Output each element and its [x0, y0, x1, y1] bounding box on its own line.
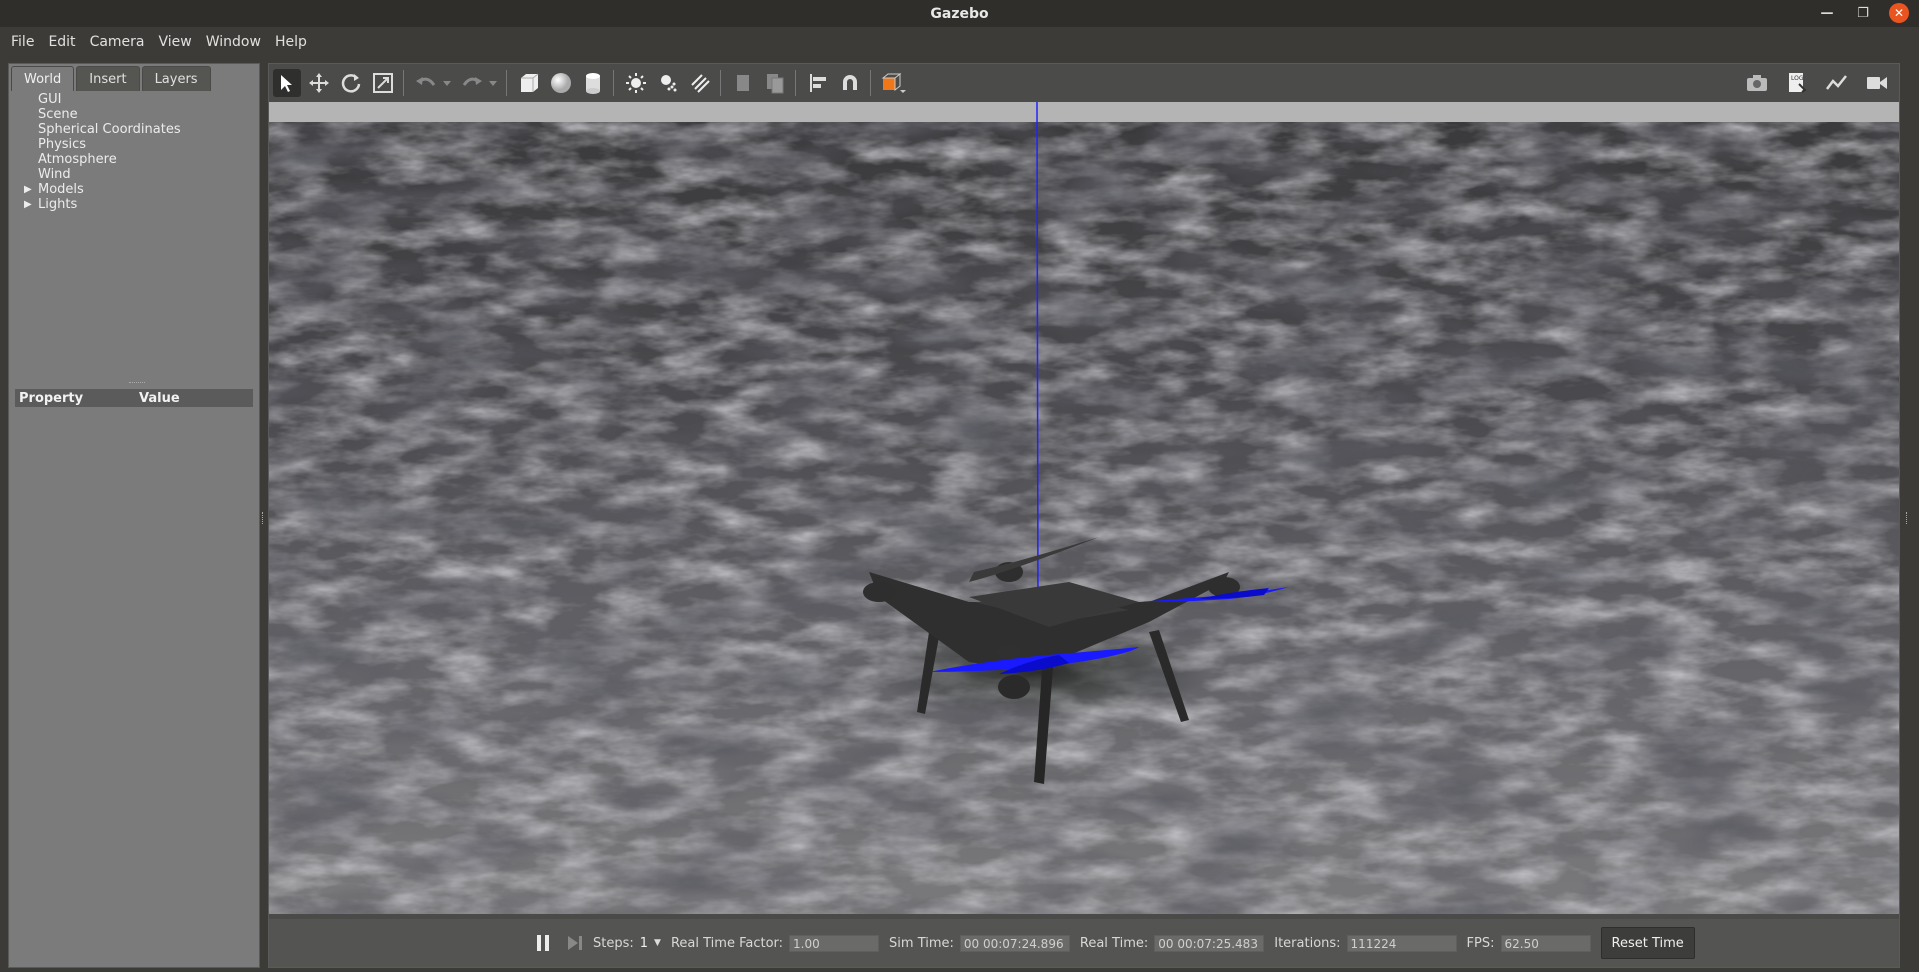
menu-window[interactable]: Window — [199, 34, 268, 50]
sim-time-field: 00 00:07:24.896 — [959, 934, 1070, 952]
tab-world[interactable]: World — [11, 66, 75, 91]
window-controls: — ❐ ✕ — [1817, 3, 1909, 23]
toolbar-separator — [613, 70, 614, 96]
left-panel: World Insert Layers GUI Scene Spherical … — [8, 63, 260, 968]
redo-icon[interactable] — [458, 69, 486, 97]
undo-dropdown-icon[interactable] — [440, 69, 454, 97]
toolbar: LOG — [269, 64, 1899, 102]
close-icon[interactable]: ✕ — [1889, 3, 1909, 23]
tree-item-wind[interactable]: Wind — [9, 167, 259, 182]
tab-insert[interactable]: Insert — [76, 66, 140, 91]
fps-field: 62.50 — [1500, 934, 1591, 952]
menu-camera[interactable]: Camera — [83, 34, 152, 50]
rotate-icon[interactable] — [337, 69, 365, 97]
translate-icon[interactable] — [305, 69, 333, 97]
box-shape-icon[interactable] — [515, 69, 543, 97]
log-icon[interactable]: LOG — [1783, 69, 1811, 97]
toolbar-right-group: LOG — [1739, 69, 1891, 97]
view-angle-icon[interactable] — [879, 69, 907, 97]
tree-item-label: Physics — [38, 137, 87, 152]
iterations-label: Iterations: — [1274, 935, 1341, 951]
sphere-shape-icon[interactable] — [547, 69, 575, 97]
left-panel-tabs: World Insert Layers — [11, 66, 211, 91]
svg-text:LOG: LOG — [1791, 75, 1804, 82]
property-table-header: Property Value — [15, 389, 253, 407]
tree-item-lights[interactable]: ▶ Lights — [9, 197, 259, 212]
tree-item-label: Scene — [38, 107, 78, 122]
expand-arrow-icon[interactable]: ▶ — [24, 197, 32, 212]
fps-label: FPS: — [1466, 935, 1495, 951]
undo-icon[interactable] — [412, 69, 440, 97]
ground-texture-dark — [269, 122, 1899, 914]
toolbar-separator — [870, 70, 871, 96]
toolbar-separator — [795, 70, 796, 96]
real-time-label: Real Time: — [1079, 935, 1149, 951]
restore-icon[interactable]: ❐ — [1853, 3, 1873, 23]
tree-item-physics[interactable]: Physics — [9, 137, 259, 152]
plot-icon[interactable] — [1823, 69, 1851, 97]
viewport-frame: LOG Steps: 1 ▼ Real Time Factor: 1.00 Si… — [268, 63, 1900, 968]
steps-dropdown-icon[interactable]: ▼ — [654, 938, 661, 948]
title-bar: Gazebo — ❐ ✕ — [0, 0, 1919, 27]
menu-view[interactable]: View — [152, 34, 199, 50]
tree-item-gui[interactable]: GUI — [9, 92, 259, 107]
redo-dropdown-icon[interactable] — [486, 69, 500, 97]
real-time-factor-label: Real Time Factor: — [670, 935, 784, 951]
real-time-factor-field: 1.00 — [789, 934, 880, 952]
sim-time-label: Sim Time: — [889, 935, 954, 951]
simulation-control-bar: Steps: 1 ▼ Real Time Factor: 1.00 Sim Ti… — [269, 919, 1899, 967]
sky-strip — [269, 102, 1899, 124]
step-icon[interactable] — [561, 929, 589, 957]
reset-time-button[interactable]: Reset Time — [1600, 927, 1695, 959]
toolbar-separator — [403, 70, 404, 96]
align-icon[interactable] — [804, 69, 832, 97]
tree-item-models[interactable]: ▶ Models — [9, 182, 259, 197]
right-splitter-handle[interactable] — [1906, 512, 1910, 524]
spot-light-icon[interactable] — [654, 69, 682, 97]
video-record-icon[interactable] — [1863, 69, 1891, 97]
z-axis-line — [1036, 102, 1039, 623]
steps-label: Steps: — [593, 935, 634, 951]
pause-icon[interactable] — [529, 929, 557, 957]
real-time-field: 00 00:07:25.483 — [1154, 934, 1265, 952]
minimize-icon[interactable]: — — [1817, 3, 1837, 23]
scale-icon[interactable] — [369, 69, 397, 97]
paste-icon[interactable] — [761, 69, 789, 97]
window-title: Gazebo — [930, 5, 989, 22]
iterations-field: 111224 — [1346, 934, 1457, 952]
cylinder-shape-icon[interactable] — [579, 69, 607, 97]
expand-arrow-icon[interactable]: ▶ — [24, 182, 32, 197]
tree-item-label: Lights — [38, 197, 78, 212]
menu-file[interactable]: File — [4, 34, 41, 50]
tree-item-label: Wind — [38, 167, 71, 182]
scene-render[interactable] — [269, 102, 1899, 914]
copy-icon[interactable] — [729, 69, 757, 97]
menu-bar: File Edit Camera View Window Help — [0, 27, 1919, 57]
point-light-icon[interactable] — [622, 69, 650, 97]
directional-light-icon[interactable] — [686, 69, 714, 97]
tree-item-label: Spherical Coordinates — [38, 122, 181, 137]
tree-item-label: GUI — [38, 92, 62, 107]
tree-item-atmosphere[interactable]: Atmosphere — [9, 152, 259, 167]
value-column-header: Value — [139, 390, 180, 406]
snap-magnet-icon[interactable] — [836, 69, 864, 97]
tree-item-spherical-coordinates[interactable]: Spherical Coordinates — [9, 122, 259, 137]
menu-edit[interactable]: Edit — [41, 34, 82, 50]
tab-layers[interactable]: Layers — [141, 66, 211, 91]
menu-help[interactable]: Help — [268, 34, 314, 50]
3d-viewport[interactable] — [269, 102, 1899, 914]
select-arrow-icon[interactable] — [273, 69, 301, 97]
panel-splitter-handle[interactable] — [129, 382, 145, 386]
steps-value[interactable]: 1 — [640, 936, 648, 951]
tree-item-scene[interactable]: Scene — [9, 107, 259, 122]
world-tree: GUI Scene Spherical Coordinates Physics … — [9, 92, 259, 212]
screenshot-camera-icon[interactable] — [1743, 69, 1771, 97]
tree-item-label: Atmosphere — [38, 152, 117, 167]
toolbar-separator — [720, 70, 721, 96]
toolbar-separator — [506, 70, 507, 96]
tree-item-label: Models — [38, 182, 84, 197]
property-column-header: Property — [19, 390, 84, 406]
left-splitter-handle[interactable] — [262, 512, 266, 524]
